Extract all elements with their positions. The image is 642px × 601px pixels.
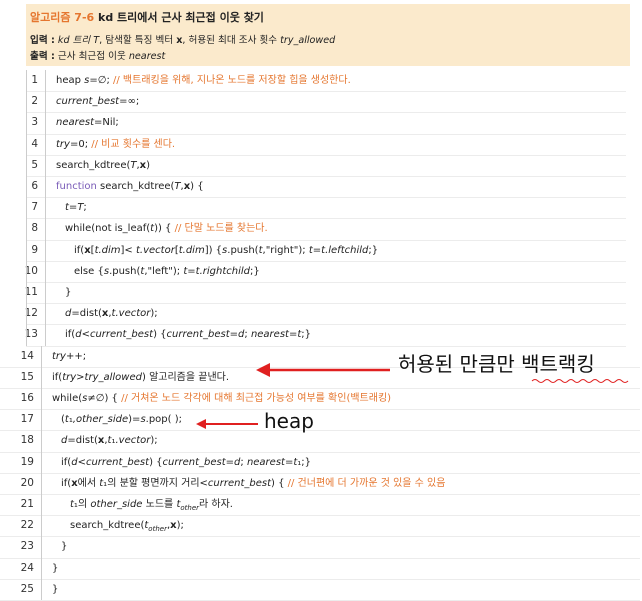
- backtrack-annotation: 허용된 만큼만 백트랙킹: [398, 352, 595, 376]
- heap-arrowhead: [196, 419, 206, 429]
- backtrack-arrowhead: [256, 363, 270, 377]
- spellcheck-squiggle: [531, 379, 629, 383]
- heap-annotation: heap: [264, 409, 314, 433]
- annotation-arrows: [196, 363, 629, 429]
